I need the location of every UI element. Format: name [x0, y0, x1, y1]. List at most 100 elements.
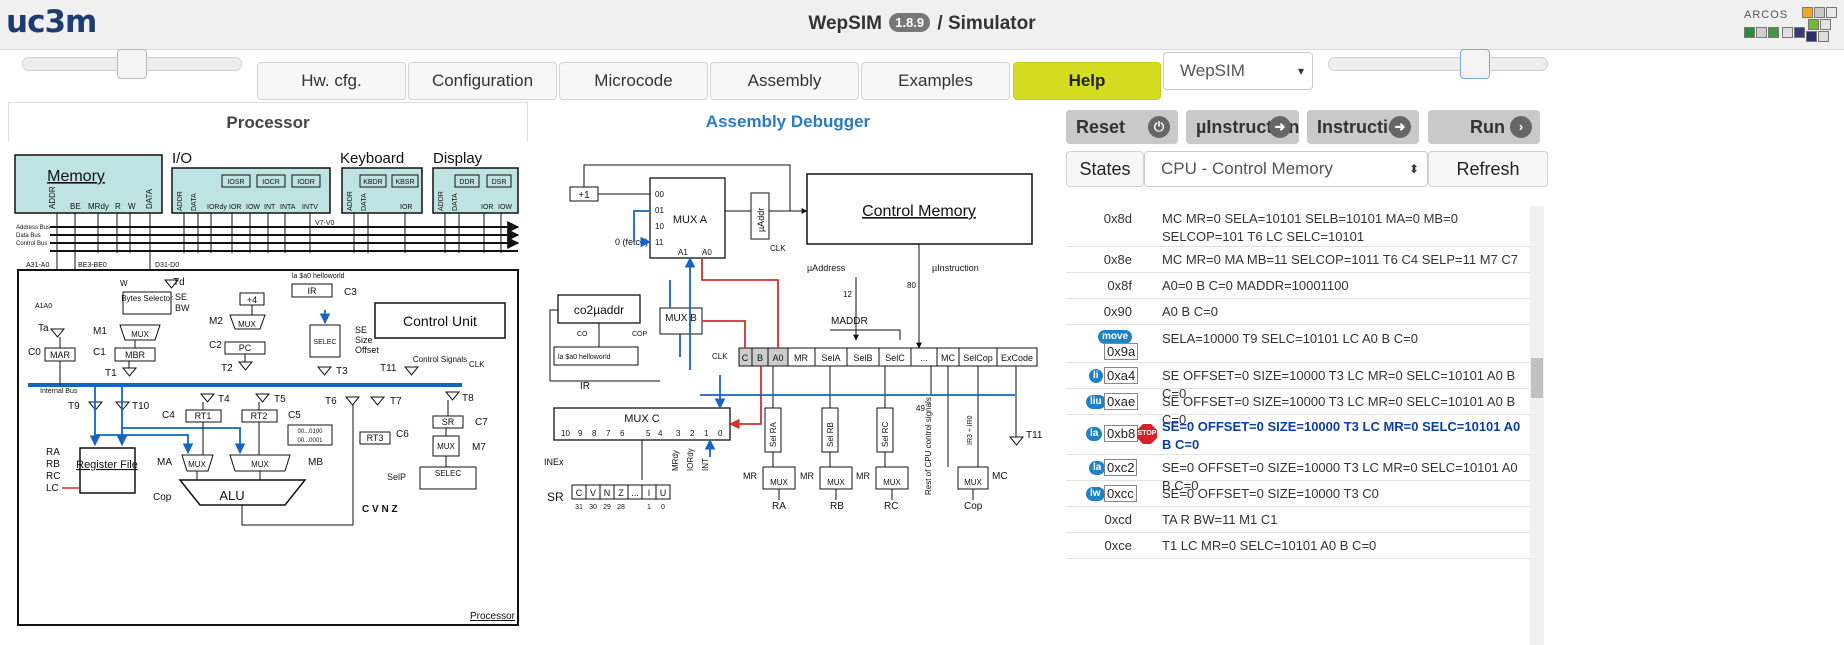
list-item[interactable]: 0x90 A0 B C=0 [1066, 299, 1540, 325]
reg-rt2-label: RT2 [251, 411, 268, 421]
system-buses [50, 221, 520, 252]
const-0100: 00...0100 [297, 429, 323, 435]
tab-configuration[interactable]: Configuration [408, 62, 557, 100]
tab-assembly[interactable]: Assembly [710, 62, 859, 100]
help-button[interactable]: Help [1013, 62, 1161, 100]
cw-field-selcop: SelCop [963, 353, 993, 363]
instruction-badge-move[interactable]: move [1098, 330, 1133, 344]
reset-button-label: Reset [1076, 117, 1126, 137]
io-sig-ior: IOR [229, 204, 241, 211]
list-item[interactable]: 0xcd TA R BW=11 M1 C1 [1066, 507, 1540, 533]
mc-microinstruction: A0 B C=0 [1162, 304, 1219, 319]
internal-bus-label: Internal Bus [40, 388, 78, 395]
list-item[interactable]: la 0xc2 SE=0 OFFSET=0 SIZE=10000 T3 LC M… [1066, 455, 1540, 493]
disp-reg-ddr: DDR [459, 179, 474, 186]
reg-mar-label: MAR [50, 350, 71, 360]
cw-field-excode: ExCode [1001, 353, 1033, 363]
out-ra: RA [772, 501, 786, 512]
ir-instr-text: la $a0 helloworld [558, 354, 611, 361]
instruction-button[interactable]: Instruction ➜ [1307, 110, 1419, 144]
sel-ra-label: Sel RA [769, 421, 778, 447]
disp-reg-dsr: DSR [492, 179, 507, 186]
tab-examples[interactable]: Examples [861, 62, 1010, 100]
listing-scrollbar[interactable] [1530, 206, 1544, 645]
out-rb: RB [830, 501, 844, 512]
ctl-w: W [120, 279, 128, 288]
instruction-badge-liu[interactable]: liu [1086, 395, 1106, 409]
mux-a-in-00: 00 [655, 190, 664, 199]
microinstruction-button[interactable]: µInstruction ➜ [1186, 110, 1299, 144]
tab-microcode[interactable]: Microcode [559, 62, 708, 100]
mux-c-in-4: 4 [658, 429, 663, 438]
sr-pos-28: 28 [617, 504, 625, 511]
mux-c-int: INT [701, 458, 710, 471]
tristate-t9: T9 [68, 401, 80, 412]
mux-rc-label: MUX [883, 478, 901, 487]
instruction-badge-li[interactable]: li [1089, 369, 1103, 383]
stop-breakpoint-icon[interactable]: STOP [1137, 424, 1157, 444]
state-select[interactable]: CPU - Control Memory ⬍ [1144, 151, 1428, 187]
right-zoom-slider-handle[interactable] [1460, 49, 1490, 79]
cw-clk: CLK [712, 352, 728, 361]
tristate-t8: T8 [462, 393, 474, 404]
ir-label-right: IR [580, 381, 590, 392]
list-item[interactable]: 0xce T1 LC MR=0 SELC=10101 A0 B C=0 [1066, 533, 1540, 559]
refresh-button[interactable]: Refresh [1428, 151, 1548, 187]
control-memory-label: Control Memory [862, 203, 976, 220]
reset-button[interactable]: Reset ⏻ [1066, 110, 1178, 144]
list-item-current[interactable]: la 0xb8 STOP SE=0 OFFSET=0 SIZE=10000 T3… [1066, 415, 1540, 455]
mode-select[interactable]: WepSIM ▾ [1163, 52, 1313, 90]
data-bus-label: Data Bus [16, 233, 41, 239]
instruction-badge-la[interactable]: la [1086, 427, 1103, 441]
mux-a-in-01: 01 [655, 206, 664, 215]
list-item[interactable]: liu 0xae SE OFFSET=0 SIZE=10000 T3 LC MR… [1066, 389, 1540, 427]
tab-assembly-debugger[interactable]: Assembly Debugger [528, 102, 1048, 142]
cw-field-b: B [757, 353, 763, 363]
list-item[interactable]: 0x8f A0=0 B C=0 MADDR=10001100 [1066, 273, 1540, 299]
states-button[interactable]: States [1066, 151, 1144, 187]
tristate-t6: T6 [325, 396, 337, 407]
mux-a-sel-a1: A1 [678, 248, 688, 257]
tristate-t3: T3 [336, 366, 348, 377]
control-word-register: C B A0 MR SelA SelB SelC ... MC SelCop E… [738, 347, 1038, 367]
mc-address: 0xc2 [1104, 459, 1138, 476]
cu-tristate-t11: T11 [1026, 430, 1043, 441]
mux-a-in-10: 10 [655, 222, 664, 231]
sel-rc-label: Sel RC [881, 421, 890, 447]
tab-processor[interactable]: Processor [8, 102, 528, 142]
control-memory-listing[interactable]: 0x8d MC MR=0 SELA=10101 SELB=10101 MA=0 … [1066, 206, 1540, 645]
sr-bit-u: U [660, 488, 667, 498]
mr-rc-label: MR [856, 471, 870, 481]
mem-sig-addr: ADDR [48, 186, 57, 209]
bits-49: 49 [916, 404, 925, 413]
instruction-badge-la[interactable]: la [1089, 461, 1106, 475]
mc-address: 0x90 [1103, 304, 1132, 319]
alu-label: ALU [219, 488, 244, 503]
list-item[interactable]: move 0x9a SELA=10000 T9 SELC=10101 LC A0… [1066, 325, 1540, 363]
mux-c-in-6: 6 [620, 429, 625, 438]
tab-hw-cfg[interactable]: Hw. cfg. [257, 62, 406, 100]
run-button[interactable]: Run › [1428, 110, 1540, 144]
list-item[interactable]: 0x8d MC MR=0 SELA=10101 SELB=10101 MA=0 … [1066, 206, 1540, 247]
cw-field-mr: MR [794, 353, 808, 363]
instruction-badge-lw[interactable]: lw [1086, 487, 1105, 501]
left-zoom-slider[interactable] [22, 49, 242, 79]
list-item[interactable]: lw 0xcc SE=0 OFFSET=0 SIZE=10000 T3 C0 [1066, 481, 1540, 507]
mc-address: 0xae [1104, 393, 1139, 410]
right-zoom-slider[interactable] [1328, 49, 1548, 79]
mc-address: 0xcd [1104, 512, 1132, 527]
app-title: WepSIM 1.8.9 / Simulator [0, 13, 1844, 35]
ctl-c3: C3 [344, 287, 357, 298]
reg-rt3-label: RT3 [367, 433, 384, 443]
display-module: Display DDR DSR ADDR DATA IOR IOW [432, 150, 519, 214]
mc-address: 0x8f [1107, 278, 1132, 293]
list-item[interactable]: 0x8e MC MR=0 MA MB=11 SELCOP=1011 T6 C4 … [1066, 247, 1540, 273]
cw-field-c: C [742, 353, 749, 363]
selec-out-size: Size [355, 335, 373, 345]
list-item[interactable]: li 0xa4 SE OFFSET=0 SIZE=10000 T3 LC MR=… [1066, 363, 1540, 401]
cw-field-selb: SelB [853, 353, 872, 363]
listing-scrollbar-thumb[interactable] [1531, 358, 1543, 398]
left-zoom-slider-handle[interactable] [117, 49, 147, 79]
kb-sig-data: DATA [361, 193, 368, 211]
mr-rb-label: MR [800, 471, 814, 481]
